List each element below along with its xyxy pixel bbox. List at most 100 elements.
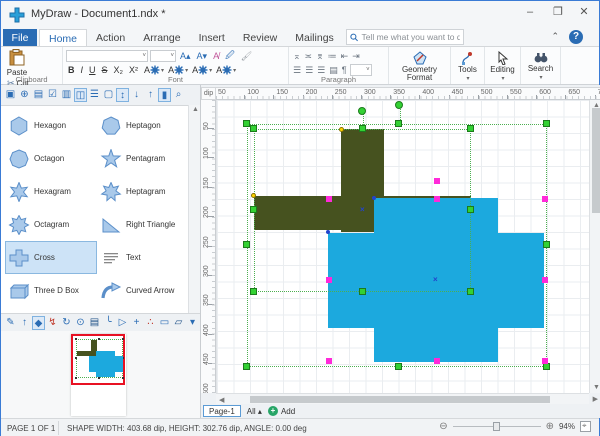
shape-tool-icon[interactable]: ◆ [32, 316, 45, 330]
paste-button[interactable]: Paste [4, 49, 30, 75]
align-middle-button[interactable]: ≍ [304, 51, 314, 62]
view-icons-icon[interactable]: ◫ [74, 88, 87, 102]
align-left-button[interactable]: ☰ [292, 65, 302, 76]
zoom-in-button[interactable]: ⊕ [546, 421, 554, 432]
shape-item-octagram[interactable]: Octagram [5, 208, 97, 241]
scroll-down-icon[interactable]: ▼ [593, 384, 600, 391]
zoom-out-button[interactable]: ⊖ [439, 421, 447, 432]
maximize-button[interactable]: ❐ [545, 1, 571, 23]
check-library-icon[interactable]: ☑ [46, 88, 59, 102]
end-point-handle[interactable] [326, 230, 330, 234]
shape-item-pentagram[interactable]: Pentagram [97, 142, 189, 175]
justify-button[interactable]: ▤ [328, 65, 339, 76]
resize-handle[interactable] [250, 206, 257, 213]
resize-handle[interactable] [543, 241, 550, 248]
tab-insert[interactable]: Insert [190, 29, 234, 47]
save-library-icon[interactable]: ▣ [4, 88, 17, 102]
tab-mailings[interactable]: Mailings [286, 29, 343, 47]
library-book-icon[interactable]: ▮ [158, 88, 171, 102]
shape-item-hexagram[interactable]: Hexagram [5, 175, 97, 208]
align-bottom-button[interactable]: ⌆ [315, 51, 325, 62]
text-fill-settings-button[interactable]: A▾ [168, 65, 188, 75]
control-point-handle[interactable] [326, 196, 332, 202]
italic-button[interactable]: I [79, 65, 86, 75]
resize-handle[interactable] [359, 125, 366, 132]
thumbnail-viewbox[interactable] [71, 334, 125, 385]
end-point-handle[interactable] [372, 196, 376, 200]
control-point-handle[interactable] [542, 277, 548, 283]
all-pages-dropdown[interactable]: All ▴ [247, 407, 262, 416]
sort-descending-icon[interactable]: ↑ [144, 88, 157, 102]
shape-item-hexagon[interactable]: Hexagon [5, 109, 97, 142]
shape-item-curved-arrow[interactable]: Curved Arrow [97, 274, 189, 307]
text-outline-settings-button[interactable]: A▾ [192, 65, 212, 75]
control-point-handle[interactable] [326, 277, 332, 283]
tab-review[interactable]: Review [234, 29, 286, 47]
search-shapes-icon[interactable]: ⌕ [172, 88, 185, 102]
control-point-handle[interactable] [434, 196, 440, 202]
org-chart-icon[interactable]: ∴ [144, 316, 157, 330]
control-point-handle[interactable] [434, 358, 440, 364]
view-list-icon[interactable]: ☰ [88, 88, 101, 102]
scroll-up-icon[interactable]: ▲ [192, 106, 199, 113]
editing-button[interactable]: Editing ▾ [488, 49, 517, 74]
tab-file[interactable]: File [3, 29, 37, 47]
zoom-slider[interactable] [453, 426, 541, 427]
open-library-icon[interactable]: ▤ [32, 88, 45, 102]
align-center-button[interactable]: ☰ [304, 65, 314, 76]
resize-handle[interactable] [467, 288, 474, 295]
id-card-icon[interactable]: ▭ [158, 316, 171, 330]
zoom-slider-thumb[interactable] [493, 422, 500, 431]
page-thumbnail[interactable] [71, 334, 126, 416]
close-button[interactable]: ✕ [571, 1, 597, 23]
export-library-icon[interactable]: ▥ [60, 88, 73, 102]
more-tools-icon[interactable]: ▾ [186, 316, 199, 330]
page-tab[interactable]: Page-1 [203, 405, 241, 417]
layers-icon[interactable]: ▱ [172, 316, 185, 330]
edit-icon[interactable]: ✎ [4, 316, 17, 330]
lightning-icon[interactable]: ↯ [46, 316, 59, 330]
fit-page-button[interactable] [580, 421, 591, 432]
vertical-scrollbar[interactable]: ▲ ▼ [589, 100, 600, 393]
resize-handle[interactable] [467, 125, 474, 132]
scroll-left-icon[interactable]: ◀ [219, 396, 224, 404]
sort-az-icon[interactable]: ↕ [116, 88, 129, 102]
comment-icon[interactable]: ⊙ [74, 316, 87, 330]
notebook-icon[interactable]: ▤ [88, 316, 101, 330]
tab-action[interactable]: Action [87, 29, 134, 47]
resize-handle[interactable] [250, 125, 257, 132]
rotation-handle[interactable] [358, 107, 366, 115]
resize-handle[interactable] [243, 363, 250, 370]
connector-icon[interactable]: ╰ [102, 316, 115, 330]
refresh-icon[interactable]: ↻ [60, 316, 73, 330]
rotation-handle[interactable] [395, 101, 403, 109]
export-page-icon[interactable]: ▷ [116, 316, 129, 330]
underline-button[interactable]: U [87, 65, 98, 75]
shape-item-heptagon[interactable]: Heptagon [97, 109, 189, 142]
collapse-ribbon-button[interactable]: ⌃ [551, 31, 559, 42]
sort-ascending-icon[interactable]: ↓ [130, 88, 143, 102]
resize-handle[interactable] [543, 363, 550, 370]
pilcrow-button[interactable]: ¶ [341, 65, 348, 75]
font-size-combobox[interactable]: ˅ [150, 50, 176, 62]
v-scroll-thumb[interactable] [592, 108, 600, 213]
shape-item-right-triangle[interactable]: Right Triangle [97, 208, 189, 241]
bullet-list-button[interactable]: ≔ [327, 51, 338, 62]
grow-font-button[interactable]: A▴ [178, 51, 193, 62]
shadow-settings-button[interactable]: A▾ [216, 65, 236, 75]
resize-handle[interactable] [243, 120, 250, 127]
shape-item-octagon[interactable]: Octagon [5, 142, 97, 175]
subscript-button[interactable]: X₂ [112, 65, 126, 75]
clear-formatting-button[interactable]: A̸ [211, 51, 221, 61]
drawing-viewport[interactable]: ×× [216, 100, 589, 393]
view-thumbnails-icon[interactable]: ▢ [102, 88, 115, 102]
format-painter-button[interactable]: 🖌 [239, 51, 254, 62]
shape-item-cross[interactable]: Cross [5, 241, 97, 274]
tell-me-search[interactable]: Tell me what you want to do [346, 29, 464, 45]
plus-tool-icon[interactable]: + [130, 316, 143, 330]
horizontal-scrollbar[interactable]: ◀ [216, 393, 589, 404]
control-point-handle[interactable] [434, 178, 440, 184]
bold-button[interactable]: B [66, 65, 77, 75]
resize-handle[interactable] [395, 120, 402, 127]
scroll-right-icon[interactable]: ▶ [593, 395, 598, 403]
